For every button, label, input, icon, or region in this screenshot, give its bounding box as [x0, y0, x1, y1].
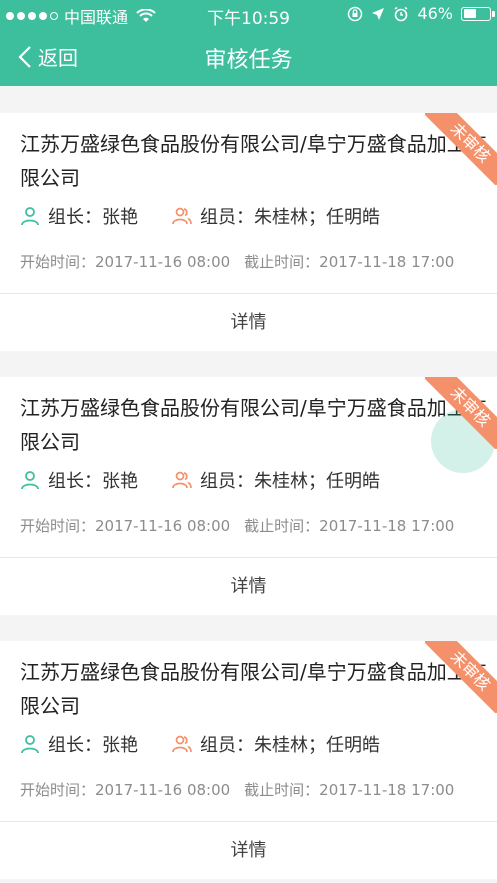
start-time: 开始时间：2017-11-16 08:00: [20, 253, 231, 271]
members-text: 组员：朱桂林；任明皓: [200, 207, 380, 228]
nav-bar: 返回 审核任务: [0, 28, 497, 86]
detail-button[interactable]: 详情: [0, 822, 497, 879]
status-ribbon: 未审核: [425, 113, 497, 185]
task-card[interactable]: 江苏万盛绿色食品股份有限公司/阜宁万盛食品加工有限公司 组长：张艳 组员：朱桂林…: [0, 641, 497, 879]
task-card-body[interactable]: 江苏万盛绿色食品股份有限公司/阜宁万盛食品加工有限公司 组长：张艳 组员：朱桂林…: [0, 641, 497, 821]
task-card-body[interactable]: 江苏万盛绿色食品股份有限公司/阜宁万盛食品加工有限公司 组长：张艳 组员：朱桂林…: [0, 377, 497, 557]
leader-info: 组长：张艳: [20, 731, 138, 757]
leader-user-icon: [21, 735, 39, 754]
leader-info: 组长：张艳: [20, 467, 138, 493]
task-card[interactable]: 江苏万盛绿色食品股份有限公司/阜宁万盛食品加工有限公司 组长：张艳 组员：朱桂林…: [0, 377, 497, 615]
leader-user-icon: [21, 471, 39, 490]
status-ribbon: 未审核: [425, 377, 497, 449]
end-time: 截止时间：2017-11-18 17:00: [244, 253, 455, 271]
task-card[interactable]: 江苏万盛绿色食品股份有限公司/阜宁万盛食品加工有限公司 组长：张艳 组员：朱桂林…: [0, 113, 497, 351]
members-users-icon: [172, 471, 192, 489]
company-name: 江苏万盛绿色食品股份有限公司/阜宁万盛食品加工有限公司: [20, 132, 487, 190]
leader-text: 组长：张艳: [48, 207, 138, 228]
detail-button[interactable]: 详情: [0, 294, 497, 351]
status-bar: 中国联通 下午10:59 46%: [0, 0, 497, 29]
status-badge: 未审核: [425, 377, 497, 449]
detail-button[interactable]: 详情: [0, 558, 497, 615]
status-right: 46%: [347, 4, 495, 23]
task-times: 开始时间：2017-11-16 08:00 截止时间：2017-11-18 17:…: [20, 779, 454, 800]
members-info: 组员：朱桂林；任明皓: [172, 467, 380, 493]
team-info: 组长：张艳 组员：朱桂林；任明皓: [20, 731, 380, 757]
battery-icon: [461, 6, 495, 21]
members-text: 组员：朱桂林；任明皓: [200, 471, 380, 492]
company-name: 江苏万盛绿色食品股份有限公司/阜宁万盛食品加工有限公司: [20, 660, 487, 718]
location-arrow-icon: [372, 7, 385, 20]
status-badge: 未审核: [425, 113, 497, 185]
team-info: 组长：张艳 组员：朱桂林；任明皓: [20, 467, 380, 493]
company-name: 江苏万盛绿色食品股份有限公司/阜宁万盛食品加工有限公司: [20, 396, 487, 454]
status-ribbon: 未审核: [425, 641, 497, 713]
members-users-icon: [172, 207, 192, 225]
task-card-body[interactable]: 江苏万盛绿色食品股份有限公司/阜宁万盛食品加工有限公司 组长：张艳 组员：朱桂林…: [0, 113, 497, 293]
end-time: 截止时间：2017-11-18 17:00: [244, 781, 455, 799]
task-times: 开始时间：2017-11-16 08:00 截止时间：2017-11-18 17:…: [20, 251, 454, 272]
alarm-icon: [394, 6, 408, 21]
leader-text: 组长：张艳: [48, 735, 138, 756]
task-times: 开始时间：2017-11-16 08:00 截止时间：2017-11-18 17:…: [20, 515, 454, 536]
battery-percent: 46%: [417, 4, 453, 23]
start-time: 开始时间：2017-11-16 08:00: [20, 517, 231, 535]
page-title: 审核任务: [204, 48, 293, 73]
status-badge: 未审核: [425, 641, 497, 713]
start-time: 开始时间：2017-11-16 08:00: [20, 781, 231, 799]
members-info: 组员：朱桂林；任明皓: [172, 203, 380, 229]
members-info: 组员：朱桂林；任明皓: [172, 731, 380, 757]
members-text: 组员：朱桂林；任明皓: [200, 735, 380, 756]
leader-text: 组长：张艳: [48, 471, 138, 492]
end-time: 截止时间：2017-11-18 17:00: [244, 517, 455, 535]
leader-info: 组长：张艳: [20, 203, 138, 229]
top-bar: 中国联通 下午10:59 46% 返回 审核任务: [0, 0, 497, 86]
team-info: 组长：张艳 组员：朱桂林；任明皓: [20, 203, 380, 229]
rotation-lock-icon: [348, 6, 363, 21]
members-users-icon: [172, 735, 192, 753]
leader-user-icon: [21, 207, 39, 226]
